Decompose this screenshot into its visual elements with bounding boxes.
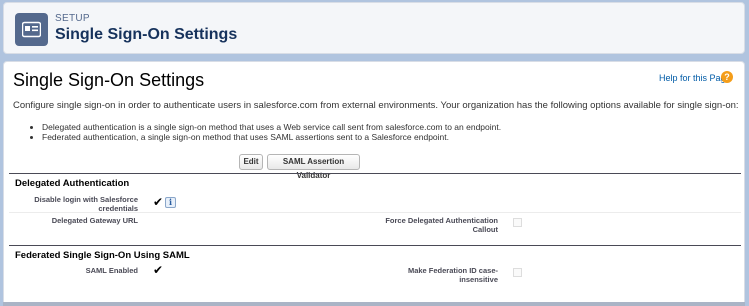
label-line: Make Federation ID case-: [407, 266, 498, 275]
row-divider: [9, 212, 741, 213]
page-title: Single Sign-On Settings: [13, 70, 205, 90]
label-line: insensitive: [459, 275, 498, 284]
label-line: Disable login with Salesforce: [34, 195, 138, 204]
bottom-divider: [3, 302, 745, 306]
option-list: Delegated authentication is a single sig…: [42, 122, 501, 142]
force-callout-label: Force Delegated Authentication Callout: [364, 216, 498, 234]
unchecked-checkbox: [513, 218, 522, 227]
breadcrumb: SETUP: [55, 13, 90, 24]
section-title-federated: Federated Single Sign-On Using SAML: [15, 250, 190, 261]
page-header: SETUP Single Sign-On Settings: [3, 2, 745, 54]
list-item: Delegated authentication is a single sig…: [42, 122, 501, 132]
section-divider: [9, 173, 741, 174]
help-link[interactable]: Help for this Page: [659, 73, 731, 83]
header-title: Single Sign-On Settings: [55, 26, 238, 43]
saml-assertion-validator-button[interactable]: SAML Assertion Validator: [267, 154, 360, 180]
label-line: Force Delegated Authentication: [385, 216, 498, 225]
gateway-url-label: Delegated Gateway URL: [51, 216, 138, 225]
checkmark-icon: ✔: [153, 263, 164, 277]
id-card-icon: [15, 13, 48, 46]
info-icon[interactable]: i: [165, 197, 176, 208]
main-panel: Single Sign-On Settings Help for this Pa…: [3, 61, 745, 306]
label-line: Callout: [472, 225, 498, 234]
disable-login-label: Disable login with Salesforce credential…: [24, 195, 138, 213]
intro-text: Configure single sign-on in order to aut…: [13, 100, 739, 111]
edit-button[interactable]: Edit: [239, 154, 263, 170]
federation-id-label: Make Federation ID case- insensitive: [364, 266, 498, 284]
unchecked-checkbox: [513, 268, 522, 277]
help-icon[interactable]: ?: [721, 71, 733, 83]
list-item: Federated authentication, a single sign-…: [42, 132, 501, 142]
saml-enabled-label: SAML Enabled: [85, 266, 138, 275]
checkmark-icon: ✔: [153, 195, 164, 209]
section-title-delegated: Delegated Authentication: [15, 178, 130, 189]
section-divider: [9, 245, 741, 246]
